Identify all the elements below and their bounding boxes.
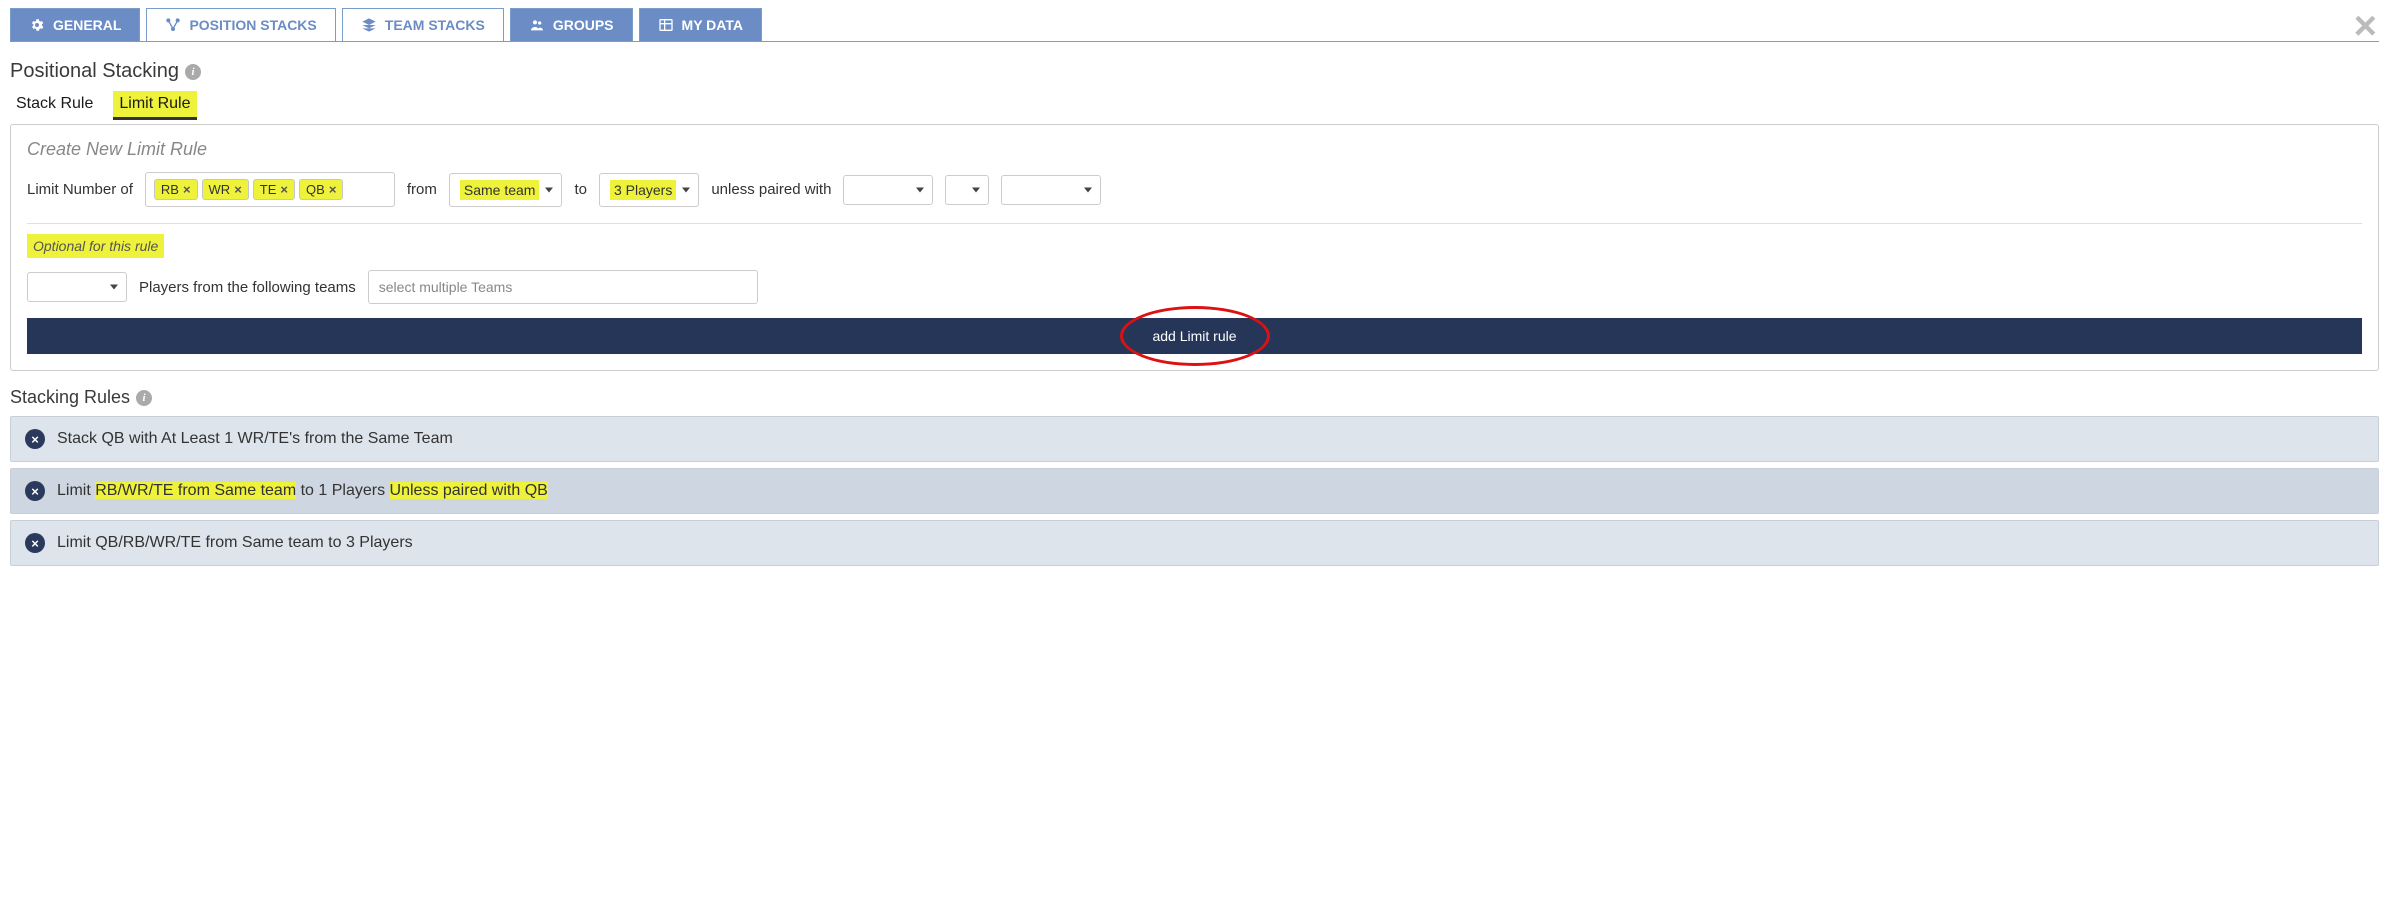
create-rule-panel: Create New Limit Rule Limit Number of RB… — [10, 124, 2379, 371]
remove-icon[interactable]: × — [329, 182, 337, 197]
rule-item: × Limit QB/RB/WR/TE from Same team to 3 … — [10, 520, 2379, 566]
remove-icon[interactable]: × — [183, 182, 191, 197]
unless-dropdown-3[interactable] — [1001, 175, 1101, 205]
optional-note: Optional for this rule — [27, 234, 164, 258]
rules-title: Stacking Rules i — [10, 387, 2379, 408]
rule-text: Limit RB/WR/TE from Same team to 1 Playe… — [57, 482, 548, 500]
tab-label: POSITION STACKS — [189, 17, 316, 33]
main-tabs: GENERAL POSITION STACKS TEAM STACKS GROU… — [10, 8, 2379, 42]
limit-label: Limit Number of — [27, 181, 133, 198]
section-title: Positional Stacking i — [10, 60, 2379, 83]
rule-item: × Stack QB with At Least 1 WR/TE's from … — [10, 416, 2379, 462]
token-qb[interactable]: QB× — [299, 179, 343, 200]
to-label: to — [574, 181, 587, 198]
subtabs: Stack Rule Limit Rule — [10, 91, 2379, 120]
token-te[interactable]: TE× — [253, 179, 295, 200]
info-icon[interactable]: i — [136, 390, 152, 406]
teams-multi-select[interactable]: select multiple Teams — [368, 270, 758, 304]
nodes-icon — [165, 17, 181, 33]
rules-title-text: Stacking Rules — [10, 387, 130, 408]
grid-icon — [658, 17, 674, 33]
tab-my-data[interactable]: MY DATA — [639, 8, 762, 41]
rule-item: × Limit RB/WR/TE from Same team to 1 Pla… — [10, 468, 2379, 514]
unless-dropdown-1[interactable] — [843, 175, 933, 205]
players-from-label: Players from the following teams — [139, 279, 356, 296]
layers-icon — [361, 17, 377, 33]
to-dropdown[interactable]: 3 Players — [599, 173, 699, 207]
tab-label: MY DATA — [682, 17, 743, 33]
delete-icon[interactable]: × — [25, 533, 45, 553]
tab-label: GROUPS — [553, 17, 614, 33]
subtab-stack-rule[interactable]: Stack Rule — [10, 91, 99, 120]
tab-position-stacks[interactable]: POSITION STACKS — [146, 8, 335, 41]
gear-icon — [29, 17, 45, 33]
unless-dropdown-2[interactable] — [945, 175, 989, 205]
subtab-limit-rule[interactable]: Limit Rule — [113, 91, 196, 120]
opt-dropdown[interactable] — [27, 272, 127, 302]
add-btn-label: add Limit rule — [1152, 328, 1236, 344]
panel-heading: Create New Limit Rule — [27, 139, 2362, 160]
from-label: from — [407, 181, 437, 198]
rule-text: Limit QB/RB/WR/TE from Same team to 3 Pl… — [57, 534, 413, 552]
rule-form-row: Limit Number of RB× WR× TE× QB× from Sam… — [27, 172, 2362, 207]
from-dropdown[interactable]: Same team — [449, 173, 563, 207]
users-icon — [529, 17, 545, 33]
tab-label: TEAM STACKS — [385, 17, 485, 33]
tab-groups[interactable]: GROUPS — [510, 8, 633, 41]
info-icon[interactable]: i — [185, 64, 201, 80]
divider — [27, 223, 2362, 224]
remove-icon[interactable]: × — [234, 182, 242, 197]
tab-team-stacks[interactable]: TEAM STACKS — [342, 8, 504, 41]
add-limit-rule-button[interactable]: add Limit rule — [27, 318, 2362, 354]
close-icon[interactable]: × — [2354, 6, 2377, 46]
delete-icon[interactable]: × — [25, 481, 45, 501]
position-token-input[interactable]: RB× WR× TE× QB× — [145, 172, 395, 207]
delete-icon[interactable]: × — [25, 429, 45, 449]
token-wr[interactable]: WR× — [202, 179, 249, 200]
section-title-text: Positional Stacking — [10, 60, 179, 83]
tab-general[interactable]: GENERAL — [10, 8, 140, 41]
tab-label: GENERAL — [53, 17, 121, 33]
rule-text: Stack QB with At Least 1 WR/TE's from th… — [57, 430, 453, 448]
remove-icon[interactable]: × — [280, 182, 288, 197]
token-rb[interactable]: RB× — [154, 179, 198, 200]
optional-row: Players from the following teams select … — [27, 270, 2362, 304]
unless-label: unless paired with — [711, 181, 831, 198]
